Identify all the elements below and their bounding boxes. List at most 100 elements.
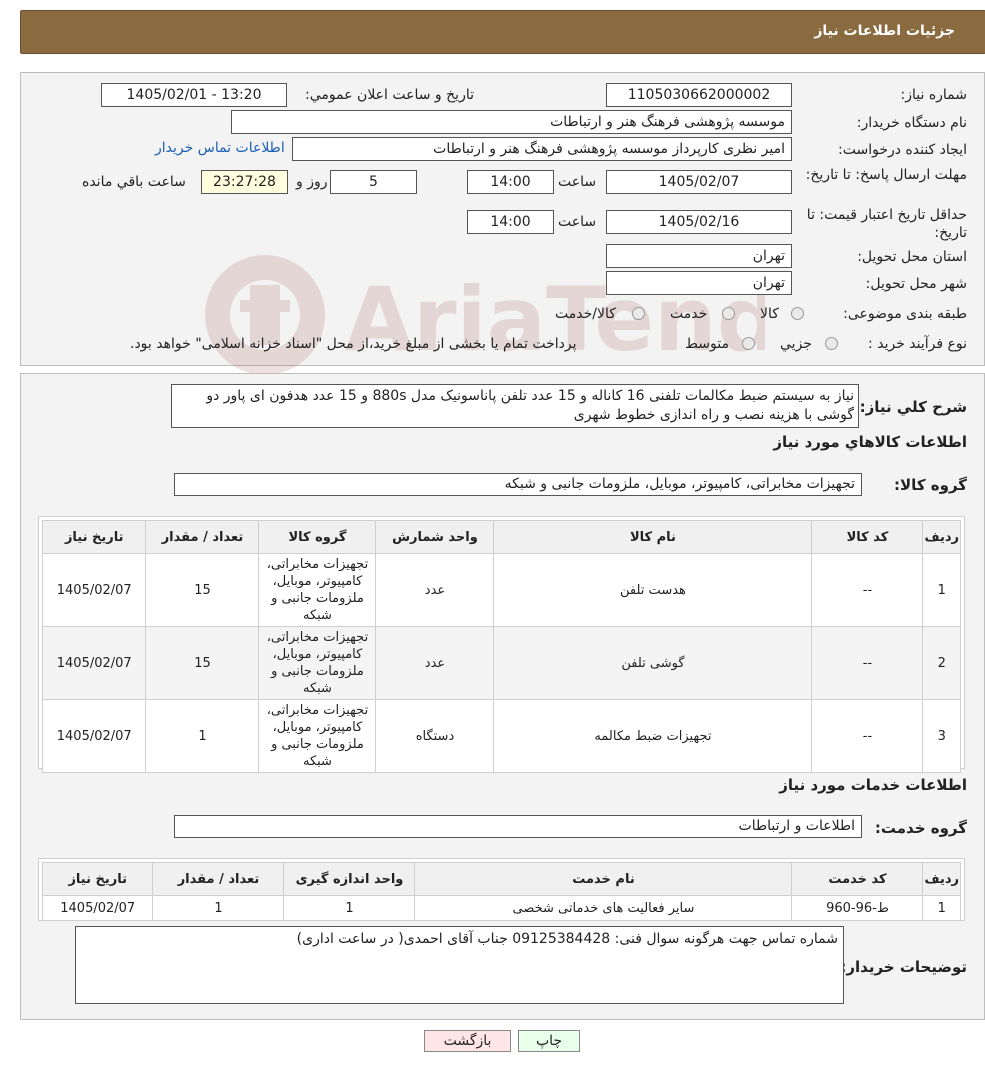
goods-table: رديف کد کالا نام کالا واحد شمارش گروه کا…	[41, 520, 961, 773]
province-field: تهران	[606, 244, 792, 268]
announce-field: 1405/02/01 - 13:20	[101, 83, 287, 107]
services-unit: 1	[283, 895, 416, 921]
validity-label: حداقل تاريخ اعتبار قيمت: تا تاريخ:	[806, 207, 967, 241]
remaining-label: ساعت باقي مانده	[82, 174, 186, 190]
table-row: 1 ط-96-960 ساير فعاليت های خدماتی شخصی 1…	[41, 895, 961, 921]
city-label: شهر محل تحويل:	[865, 276, 967, 292]
services-section-title: اطلاعات خدمات مورد نياز	[779, 776, 967, 794]
services-col-row: رديف	[922, 862, 961, 896]
services-table-wrap: رديف کد خدمت نام خدمت واحد اندازه گيری ت…	[38, 858, 965, 921]
goods-group-label: گروه کالا:	[894, 476, 967, 494]
goods-code: --	[811, 699, 924, 773]
goods-col-date: تاريخ نياز	[41, 520, 147, 554]
goods-name: گوشی تلفن	[493, 626, 813, 700]
services-col-code: کد خدمت	[791, 862, 924, 896]
days-field: 5	[330, 170, 417, 194]
buyer-notes-label: توضيحات خريدار:	[840, 958, 967, 976]
deadline-label: مهلت ارسال پاسخ: تا تاریخ:	[805, 167, 967, 183]
services-col-unit: واحد اندازه گيری	[283, 862, 416, 896]
services-group-field: اطلاعات و ارتباطات	[174, 815, 862, 838]
deadline-time-field: 14:00	[467, 170, 554, 194]
services-table: رديف کد خدمت نام خدمت واحد اندازه گيری ت…	[41, 862, 961, 921]
table-row: 1 -- هدست تلفن عدد تجهیزات مخابراتی، کام…	[41, 553, 961, 627]
table-row: 3 -- تجهیزات ضبط مکالمه دستگاه تجهیزات م…	[41, 699, 961, 773]
announce-label: تاریخ و ساعت اعلان عمومي:	[305, 87, 474, 103]
services-code: ط-96-960	[791, 895, 924, 921]
process-medium-radio[interactable]	[742, 337, 755, 350]
creator-label: ايجاد کننده درخواست:	[838, 142, 967, 158]
category-service-label: خدمت	[670, 306, 708, 322]
goods-section-title: اطلاعات کالاهاي مورد نياز	[773, 433, 967, 451]
buyer-field: موسسه پژوهشی فرهنگ هنر و ارتباطات	[231, 110, 792, 134]
goods-col-unit: واحد شمارش	[375, 520, 495, 554]
remaining-time-field: 23:27:28	[201, 170, 288, 194]
goods-group: تجهیزات مخابراتی، کامپیوتر، موبایل، ملزو…	[258, 699, 377, 773]
goods-group-field: تجهیزات مخابراتی، کامپیوتر، موبایل، ملزو…	[174, 473, 862, 496]
services-col-date: تاريخ نياز	[41, 862, 154, 896]
goods-name: هدست تلفن	[493, 553, 813, 627]
deadline-time-label: ساعت	[558, 174, 597, 190]
print-button[interactable]: چاپ	[518, 1030, 580, 1052]
goods-unit: عدد	[375, 553, 495, 627]
back-button[interactable]: بازگشت	[424, 1030, 511, 1052]
goods-group: تجهیزات مخابراتی، کامپیوتر، موبایل، ملزو…	[258, 626, 377, 700]
validity-time-label: ساعت	[558, 214, 597, 230]
province-label: استان محل تحويل:	[857, 249, 967, 265]
goods-group: تجهیزات مخابراتی، کامپیوتر، موبایل، ملزو…	[258, 553, 377, 627]
services-name: ساير فعاليت های خدماتی شخصی	[414, 895, 793, 921]
goods-col-name: نام کالا	[493, 520, 813, 554]
category-service-radio[interactable]	[722, 307, 735, 320]
buyer-label: نام دستگاه خريدار:	[856, 115, 967, 131]
need-number-label: شماره نیاز:	[900, 87, 968, 103]
goods-date: 1405/02/07	[41, 699, 147, 773]
category-goods-radio[interactable]	[791, 307, 804, 320]
goods-date: 1405/02/07	[41, 626, 147, 700]
goods-row-number: 1	[922, 553, 961, 627]
page-title: جزئیات اطلاعات نیاز	[814, 23, 955, 39]
goods-qty: 1	[145, 699, 260, 773]
city-field: تهران	[606, 271, 792, 295]
category-goods-service-radio[interactable]	[632, 307, 645, 320]
buyer-notes-textarea[interactable]: شماره تماس جهت هرگونه سوال فنی: 09125384…	[75, 926, 844, 1004]
goods-qty: 15	[145, 626, 260, 700]
goods-row-number: 2	[922, 626, 961, 700]
process-note: پرداخت تمام یا بخشی از مبلغ خرید،از محل …	[130, 336, 577, 352]
goods-row-number: 3	[922, 699, 961, 773]
services-row-number: 1	[922, 895, 961, 921]
goods-date: 1405/02/07	[41, 553, 147, 627]
goods-unit: دستگاه	[375, 699, 495, 773]
goods-col-row: رديف	[922, 520, 961, 554]
buyer-contact-link[interactable]: اطلاعات تماس خريدار	[155, 140, 285, 156]
process-minor-label: جزيي	[780, 336, 812, 352]
category-goods-service-label: کالا/خدمت	[555, 306, 616, 322]
services-col-name: نام خدمت	[414, 862, 793, 896]
validity-date-field: 1405/02/16	[606, 210, 792, 234]
need-number-field: 1105030662000002	[606, 83, 792, 107]
page-title-bar: جزئیات اطلاعات نیاز	[20, 10, 985, 54]
description-label: شرح کلي نياز:	[859, 398, 967, 416]
table-row: 2 -- گوشی تلفن عدد تجهیزات مخابراتی، کام…	[41, 626, 961, 700]
deadline-date-field: 1405/02/07	[606, 170, 792, 194]
goods-code: --	[811, 553, 924, 627]
process-minor-radio[interactable]	[825, 337, 838, 350]
services-group-label: گروه خدمت:	[874, 819, 967, 837]
goods-col-group: گروه کالا	[258, 520, 377, 554]
process-label: نوع فرآیند خرید :	[868, 336, 967, 352]
services-qty: 1	[152, 895, 285, 921]
creator-field: امیر نظری کارپرداز موسسه پژوهشی فرهنگ هن…	[292, 137, 792, 161]
validity-time-field: 14:00	[467, 210, 554, 234]
goods-name: تجهیزات ضبط مکالمه	[493, 699, 813, 773]
goods-col-qty: تعداد / مقدار	[145, 520, 260, 554]
days-label: روز و	[296, 174, 328, 190]
process-medium-label: متوسط	[685, 336, 729, 352]
services-date: 1405/02/07	[41, 895, 154, 921]
category-label: طبقه بندی موضوعی:	[843, 306, 967, 322]
services-col-qty: تعداد / مقدار	[152, 862, 285, 896]
goods-unit: عدد	[375, 626, 495, 700]
description-textarea[interactable]: نیاز به سیستم ضبط مکالمات تلفنی 16 کانال…	[171, 384, 859, 428]
goods-col-code: کد کالا	[811, 520, 924, 554]
goods-code: --	[811, 626, 924, 700]
category-goods-label: کالا	[760, 306, 779, 322]
goods-qty: 15	[145, 553, 260, 627]
goods-table-wrap: رديف کد کالا نام کالا واحد شمارش گروه کا…	[38, 516, 965, 773]
